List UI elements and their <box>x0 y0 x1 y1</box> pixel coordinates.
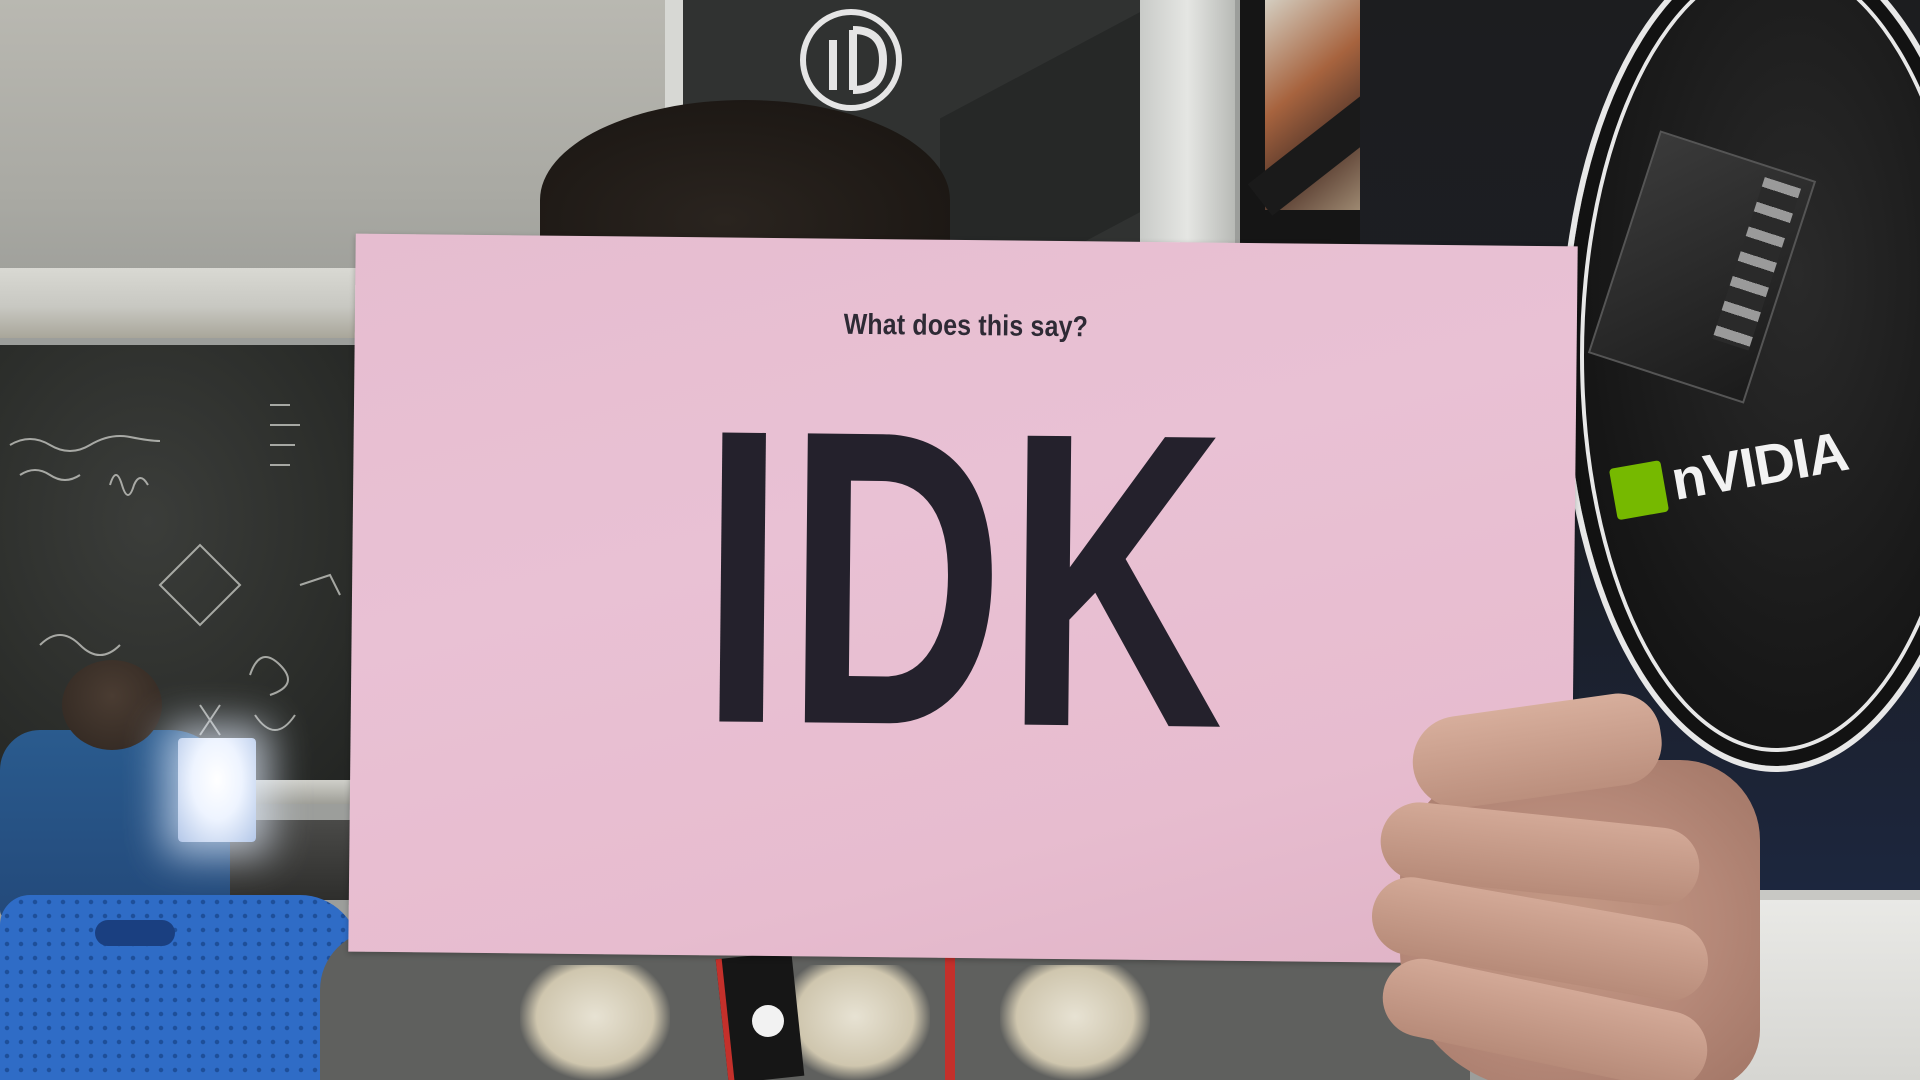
lanyard-logo-icon <box>752 1005 784 1037</box>
blue-chair <box>0 895 360 1080</box>
chair-handle <box>95 920 175 946</box>
shirt-print <box>520 965 670 1080</box>
chalk-scribbles <box>9 404 341 766</box>
nvidia-eye-icon <box>1608 460 1670 521</box>
photo-scene: nVIDIA What does this say? IDK <box>0 0 1920 1080</box>
sign-answer: IDK <box>698 342 1229 817</box>
pillar <box>1140 0 1235 260</box>
background-person-head <box>62 660 162 750</box>
laptop-screen <box>178 738 256 842</box>
whiteboard-frame <box>0 268 380 338</box>
shirt-print <box>1000 965 1150 1080</box>
sign-question: What does this say? <box>843 308 1089 344</box>
lanyard-strap <box>945 950 955 1080</box>
